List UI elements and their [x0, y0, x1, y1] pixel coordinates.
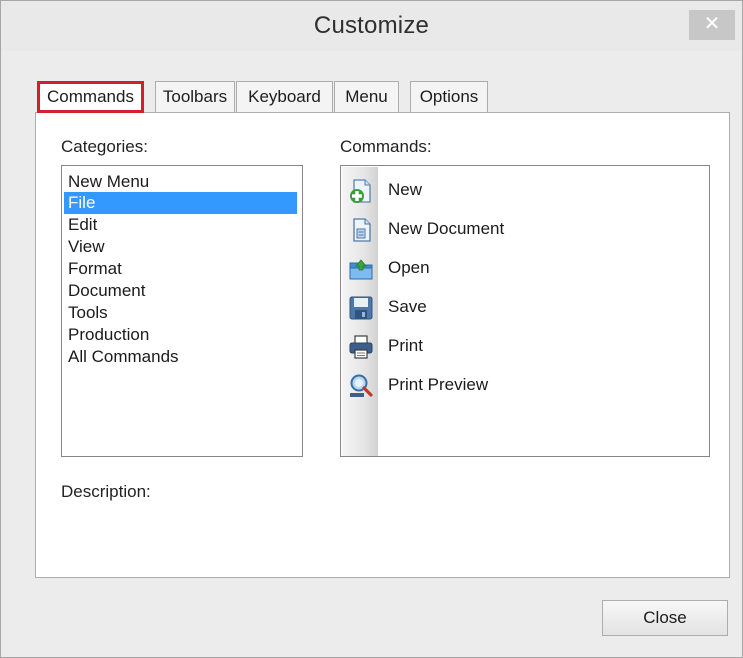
close-window-button[interactable]: ✕: [689, 10, 735, 40]
command-label: Save: [388, 297, 427, 316]
print-preview-icon: [347, 372, 375, 400]
new-document-icon: [347, 216, 375, 244]
commands-label: Commands:: [340, 137, 432, 156]
description-label: Description:: [61, 482, 151, 501]
tab-label: Toolbars: [162, 87, 228, 106]
command-label: Print: [388, 336, 423, 355]
command-label: Open: [388, 258, 430, 277]
command-item-open[interactable]: Open: [344, 252, 704, 286]
close-button[interactable]: Close: [602, 600, 728, 636]
tab-commands[interactable]: Commands: [37, 81, 144, 113]
commands-listbox[interactable]: New New Document Open Save Print Print P…: [340, 165, 710, 457]
category-item-all-commands[interactable]: All Commands: [64, 346, 297, 368]
customize-dialog: Customize ✕ Commands Toolbars Keyboard M…: [0, 0, 743, 658]
command-item-print[interactable]: Print: [344, 330, 704, 364]
command-label: New Document: [388, 219, 505, 238]
command-item-save[interactable]: Save: [344, 291, 704, 325]
command-item-new-document[interactable]: New Document: [344, 213, 704, 247]
tab-label: Options: [419, 87, 479, 106]
open-icon: [347, 255, 375, 283]
categories-listbox[interactable]: New Menu File Edit View Format Document …: [61, 165, 303, 457]
print-icon: [347, 333, 375, 361]
command-label: New: [388, 180, 423, 199]
tab-label: Commands: [47, 87, 134, 106]
category-item-new-menu[interactable]: New Menu: [64, 171, 297, 193]
title-bar: Customize ✕: [1, 1, 742, 51]
close-icon: ✕: [703, 13, 721, 35]
dialog-title: Customize: [313, 12, 430, 39]
tab-keyboard[interactable]: Keyboard: [236, 81, 333, 113]
tab-options[interactable]: Options: [410, 81, 488, 113]
category-item-edit[interactable]: Edit: [64, 214, 297, 236]
new-icon: [347, 177, 375, 205]
category-item-document[interactable]: Document: [64, 280, 297, 302]
tab-label: Keyboard: [248, 87, 321, 106]
category-item-tools[interactable]: Tools: [64, 302, 297, 324]
command-item-new[interactable]: New: [344, 174, 704, 208]
category-item-production[interactable]: Production: [64, 324, 297, 346]
categories-label: Categories:: [61, 137, 148, 156]
command-label: Print Preview: [388, 375, 489, 394]
category-item-view[interactable]: View: [64, 236, 297, 258]
category-item-format[interactable]: Format: [64, 258, 297, 280]
command-item-print-preview[interactable]: Print Preview: [344, 369, 704, 403]
tab-menu[interactable]: Menu: [334, 81, 399, 113]
commands-tab-panel: Categories: New Menu File Edit View Form…: [35, 112, 730, 578]
tab-label: Menu: [345, 87, 388, 106]
category-item-file[interactable]: File: [64, 192, 297, 214]
tab-toolbars[interactable]: Toolbars: [155, 81, 235, 113]
save-icon: [347, 294, 375, 322]
